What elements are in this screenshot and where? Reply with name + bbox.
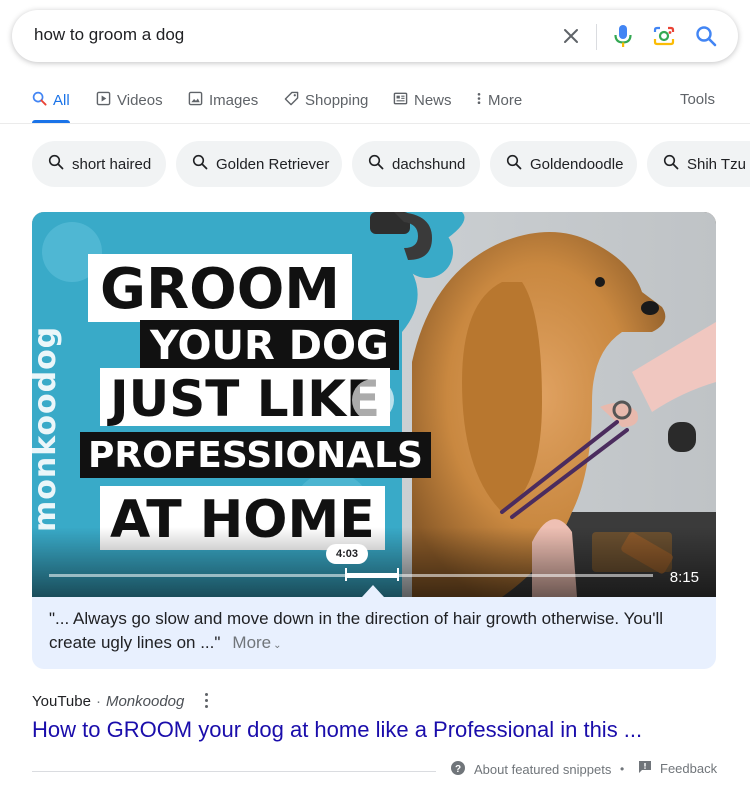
search-bar: how to groom a dog	[12, 10, 738, 62]
tools-button[interactable]: Tools	[680, 91, 715, 108]
tab-label: Shopping	[305, 91, 369, 109]
tab-label: All	[53, 91, 70, 109]
chip-goldendoodle[interactable]: Goldendoodle	[490, 141, 637, 187]
svg-text:?: ?	[455, 764, 461, 775]
microphone-icon[interactable]	[609, 22, 637, 50]
image-icon	[188, 91, 203, 110]
news-icon	[393, 91, 408, 110]
search-tabs: All Videos Images Shopping News More Too…	[0, 84, 750, 124]
chip-label: dachshund	[392, 155, 466, 173]
help-icon: ?	[450, 760, 466, 779]
thumbnail-title-line-1: GROOM	[88, 254, 353, 322]
key-moment-segment[interactable]	[345, 573, 399, 578]
featured-video-card: monkoodog GROOM YOUR DOG JUST LIKE PROFE…	[32, 212, 716, 669]
chip-label: Shih Tzu	[687, 155, 746, 173]
tab-label: Images	[209, 91, 259, 109]
more-vert-icon	[476, 91, 482, 110]
thumbnail-title-line-2: YOUR DOG	[140, 320, 399, 370]
tab-more[interactable]: More	[476, 90, 522, 110]
feedback-icon	[638, 760, 652, 777]
clear-icon[interactable]	[557, 22, 585, 50]
search-icon	[192, 154, 208, 174]
chip-shih-tzu[interactable]: Shih Tzu	[647, 141, 750, 187]
result-source: YouTube · Monkoodog	[32, 693, 184, 710]
channel-watermark: monkoodog	[32, 325, 63, 532]
timestamp-bubble: 4:03	[326, 544, 368, 564]
thumbnail-title-line-3: JUST LIKE	[100, 368, 391, 426]
chip-golden-retriever[interactable]: Golden Retriever	[176, 141, 342, 187]
tab-all[interactable]: All	[32, 90, 70, 110]
more-link[interactable]: More	[232, 633, 271, 652]
chip-label: short haired	[72, 155, 152, 173]
footer-separator: •	[620, 762, 625, 776]
tab-label: More	[488, 91, 523, 109]
more-options-icon[interactable]	[198, 690, 214, 710]
search-divider	[596, 24, 597, 50]
chip-short-haired[interactable]: short haired	[32, 141, 166, 187]
play-button[interactable]	[352, 379, 394, 421]
active-tab-indicator	[32, 120, 70, 123]
tab-shopping[interactable]: Shopping	[284, 90, 368, 110]
snippet-text: "... Always go slow and move down in the…	[49, 609, 664, 652]
tab-label: News	[414, 91, 452, 109]
footer-divider	[32, 771, 436, 772]
snippet-pointer	[362, 585, 384, 597]
tab-news[interactable]: News	[393, 90, 452, 110]
feedback-label: Feedback	[660, 761, 718, 776]
about-label: About featured snippets	[474, 762, 612, 777]
search-icon	[48, 154, 64, 174]
chip-label: Golden Retriever	[216, 155, 330, 173]
chip-label: Goldendoodle	[530, 155, 624, 173]
source-site: YouTube	[32, 693, 91, 710]
separator-dot: ·	[95, 693, 101, 710]
play-icon	[96, 91, 111, 110]
search-submit-icon[interactable]	[692, 22, 720, 50]
thumbnail-title-line-4: PROFESSIONALS	[80, 432, 431, 478]
video-duration: 8:15	[669, 569, 699, 586]
segment-start-marker	[345, 568, 347, 581]
chevron-down-icon[interactable]: ⌄	[273, 640, 281, 651]
feedback-button[interactable]: Feedback	[638, 760, 717, 777]
tab-label: Videos	[117, 91, 163, 109]
search-icon	[32, 91, 47, 110]
source-channel: Monkoodog	[105, 693, 185, 710]
video-snippet: "... Always go slow and move down in the…	[49, 607, 689, 658]
search-icon	[663, 154, 679, 174]
camera-lens-icon[interactable]	[650, 22, 678, 50]
search-input[interactable]: how to groom a dog	[34, 25, 184, 45]
search-icon	[368, 154, 384, 174]
tab-videos[interactable]: Videos	[96, 90, 163, 110]
chip-dachshund[interactable]: dachshund	[352, 141, 480, 187]
tab-images[interactable]: Images	[188, 90, 258, 110]
about-featured-snippets[interactable]: ? About featured snippets	[450, 760, 611, 779]
result-title-link[interactable]: How to GROOM your dog at home like a Pro…	[32, 717, 642, 743]
search-icon	[506, 154, 522, 174]
tag-icon	[284, 91, 299, 110]
video-thumbnail[interactable]: monkoodog GROOM YOUR DOG JUST LIKE PROFE…	[32, 212, 716, 597]
segment-end-marker	[397, 568, 399, 581]
